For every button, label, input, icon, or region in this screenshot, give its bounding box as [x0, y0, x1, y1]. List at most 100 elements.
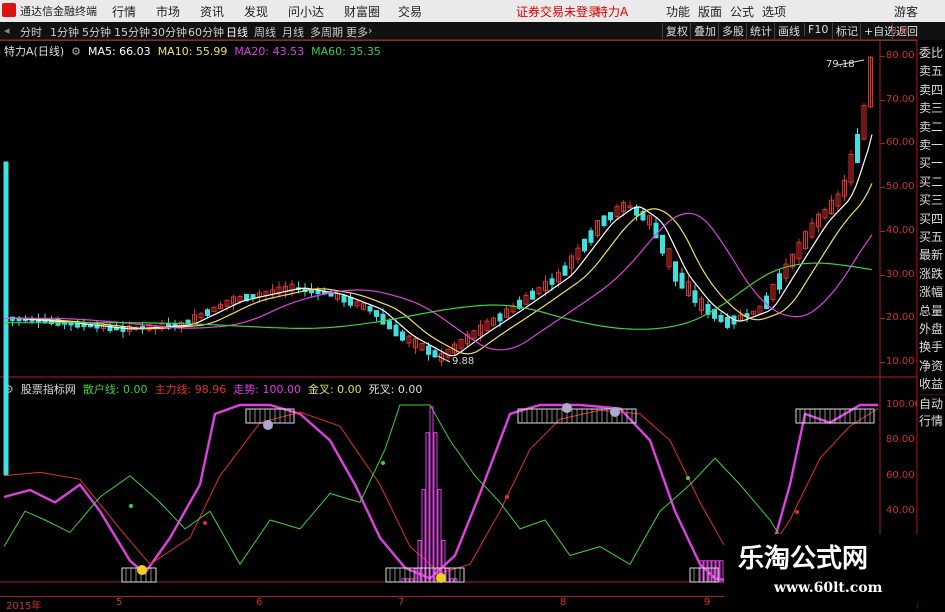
star-marker — [129, 504, 133, 508]
time-label: 6 — [256, 597, 263, 608]
candle-body — [725, 316, 730, 328]
price-tick — [880, 99, 885, 101]
side-panel-item[interactable]: 净资 — [919, 357, 945, 375]
price-tick-label: 80.00 — [886, 50, 915, 61]
indicator-tick-label: 100.00 — [886, 399, 921, 410]
volume-bar — [433, 432, 438, 583]
volume-bar — [707, 560, 712, 583]
candle-body — [250, 294, 256, 299]
price-tick — [880, 318, 885, 320]
side-panel-item[interactable]: 总量 — [919, 302, 945, 320]
candle-body — [393, 324, 399, 337]
price-tick — [880, 143, 885, 145]
signal-icon — [263, 420, 273, 430]
side-panel-item[interactable]: 买五 — [919, 228, 945, 246]
candle-body — [634, 206, 639, 216]
volume-bar — [699, 560, 704, 583]
volume-bar — [711, 560, 716, 583]
side-panel-item[interactable]: 委比 — [919, 44, 945, 62]
candle-body — [348, 296, 353, 306]
side-panel-item[interactable]: 行情 — [919, 412, 945, 430]
star-marker — [203, 521, 207, 525]
time-label: 7 — [398, 597, 405, 608]
side-panel-item[interactable]: 买四 — [919, 210, 945, 228]
side-panel-item[interactable]: 卖五 — [919, 62, 945, 80]
candle-body — [341, 295, 347, 303]
side-panel-item[interactable]: 收益 — [919, 375, 945, 393]
candle-body — [660, 234, 665, 254]
time-label: 9 — [704, 597, 711, 608]
candle-body — [588, 230, 594, 243]
indicator-tick-label: 60.00 — [886, 469, 915, 481]
side-panel-item[interactable]: 换手 — [919, 338, 945, 356]
candle-body — [530, 290, 535, 300]
volume-bar — [703, 560, 708, 583]
candle-body — [400, 331, 405, 341]
candle-body — [582, 238, 587, 252]
side-panel-item[interactable]: 卖一 — [919, 136, 945, 154]
indicator-tick-label: 80.00 — [886, 434, 915, 446]
side-panel-item[interactable]: 涨幅 — [919, 283, 945, 301]
price-tick-label: 40.00 — [886, 224, 915, 236]
price-tick — [880, 56, 885, 57]
candle-body — [549, 278, 555, 285]
price-tick — [880, 274, 885, 276]
candle-body — [426, 345, 431, 355]
watermark-text: 乐淘公式网 — [738, 544, 869, 574]
price-tick-label: 10.00 — [886, 356, 915, 367]
high-price-label: 79.18 — [826, 59, 855, 70]
side-panel-item[interactable]: 卖三 — [919, 99, 945, 117]
time-label: 2015年 — [6, 601, 42, 612]
candle-body — [497, 313, 503, 322]
smiley-icon — [436, 573, 446, 583]
price-tick-label: 70.00 — [886, 93, 915, 105]
price-tick-label: 20.00 — [886, 312, 915, 324]
smiley-icon — [137, 565, 147, 575]
low-price-label: 9.88 — [452, 356, 475, 367]
candle-body — [718, 314, 724, 322]
volume-bar — [413, 567, 418, 583]
time-label: 5 — [116, 597, 123, 608]
side-panel-item[interactable]: 买二 — [919, 173, 945, 191]
side-panel-item[interactable]: 卖二 — [919, 118, 945, 136]
candle-body — [673, 261, 678, 282]
watermark-url: www.60lt.com — [774, 580, 883, 596]
volume-bar — [417, 539, 422, 583]
watermark: 乐淘公式网 www.60lt.com — [724, 534, 920, 602]
price-tick — [880, 362, 885, 363]
star-marker — [686, 476, 690, 480]
time-label: 8 — [560, 597, 567, 608]
signal-icon — [610, 407, 620, 417]
side-panel-item[interactable]: 买三 — [919, 191, 945, 209]
candle-body — [387, 320, 392, 330]
price-tick-label: 30.00 — [886, 268, 915, 280]
price-tick — [880, 187, 885, 189]
candle-body — [601, 215, 607, 226]
side-panel: 委比 卖五 卖四 卖三 卖二 卖一 买一 买二 买三 买四 买五 最新 涨跌 涨幅 总量 外盘 换手 净资 收益 自动… — [917, 40, 945, 609]
side-panel-item[interactable]: 卖四 — [919, 81, 945, 99]
signal-icon — [562, 403, 572, 413]
volume-bar — [429, 406, 434, 583]
candle-body — [367, 306, 373, 312]
side-panel-item[interactable]: 买一 — [919, 154, 945, 172]
side-panel-item[interactable]: 外盘 — [919, 320, 945, 338]
candle-body — [432, 350, 438, 358]
price-tick — [880, 230, 885, 232]
candle-body — [855, 133, 860, 163]
side-panel-item[interactable]: 自动 — [919, 393, 945, 413]
kline-chart[interactable] — [0, 0, 945, 609]
candle-body — [679, 272, 685, 289]
star-marker — [381, 461, 385, 465]
price-tick-label: 50.00 — [886, 181, 915, 193]
candle-body — [380, 313, 386, 325]
candle-body — [205, 309, 210, 316]
candle-body — [777, 273, 782, 290]
star-marker — [795, 510, 799, 514]
volume-bar — [425, 432, 430, 583]
price-tick-label: 60.00 — [886, 137, 915, 149]
side-panel-item[interactable]: 涨跌 — [919, 265, 945, 283]
side-panel-item[interactable]: 最新 — [919, 246, 945, 264]
indicator-tick-label: 40.00 — [886, 505, 915, 517]
candle-body — [562, 265, 568, 276]
candle-body — [374, 310, 379, 317]
